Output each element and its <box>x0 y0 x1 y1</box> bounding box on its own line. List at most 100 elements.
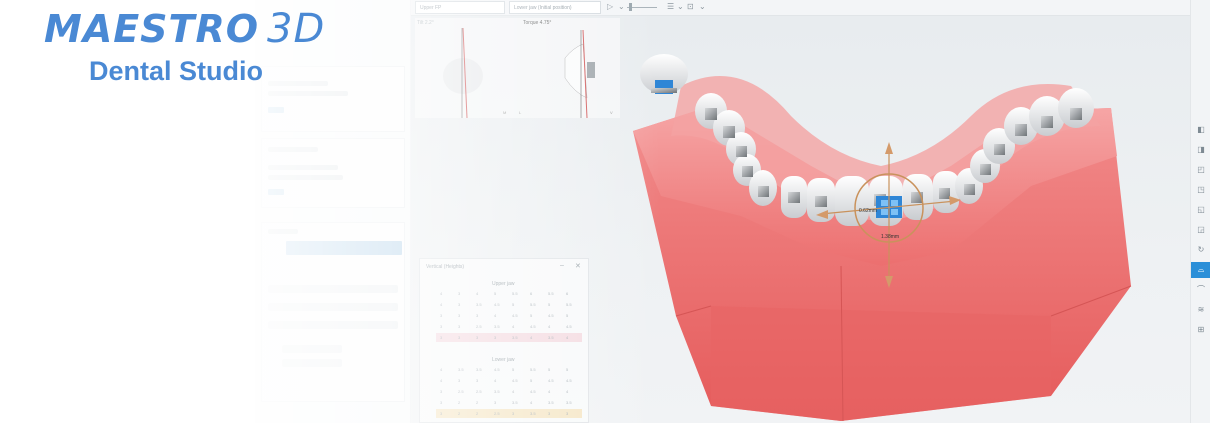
view-top-icon[interactable]: ◱ <box>1195 204 1207 216</box>
table-cell: 2 <box>458 400 461 405</box>
table-cell: 4.5 <box>566 378 572 383</box>
mark-m: M <box>503 110 507 115</box>
table-cell: 3 <box>458 313 461 318</box>
mark-v: V <box>610 110 613 115</box>
table-cell: 6 <box>530 291 533 296</box>
logo-3d: 3D <box>267 6 326 52</box>
table-cell: 3.5 <box>512 335 518 340</box>
view-back-icon[interactable]: ◨ <box>1195 144 1207 156</box>
bracket-preview <box>640 54 688 94</box>
view-left-icon[interactable]: ◰ <box>1195 164 1207 176</box>
table-cell: 3.5 <box>566 400 572 405</box>
table-cell: 4 <box>494 313 497 318</box>
lower-jaw-heading: Lower jaw <box>492 357 515 363</box>
app-window: Upper FP Lower jaw (Initial position) ▷ … <box>0 0 1210 423</box>
mark-l: L <box>519 110 522 115</box>
table-cell: 5 <box>494 291 497 296</box>
brand-logo: MAESTRO 3D Dental Studio <box>44 6 384 98</box>
table-cell: 5.5 <box>512 291 518 296</box>
table-cell: 3 <box>476 335 479 340</box>
table-cell: 4.5 <box>512 313 518 318</box>
view-sidebar: ◧ ◨ ◰ ◳ ◱ ◲ ↻ ⌓ ⌒ ≋ ⊞ <box>1190 0 1210 423</box>
table-cell: 6 <box>566 291 569 296</box>
table-cell: 4 <box>530 400 533 405</box>
grid-icon[interactable]: ⊞ <box>1195 324 1207 336</box>
table-title: Vertical (Heights) <box>426 264 465 270</box>
settings-blue-button[interactable] <box>268 107 284 113</box>
table-cell: 4 <box>548 389 551 394</box>
settings-group <box>261 138 405 208</box>
table-cell: 3.5 <box>494 324 500 329</box>
table-cell: 3.5 <box>476 367 482 372</box>
table-cell: 4 <box>440 302 443 307</box>
view-icon[interactable]: ⊡ <box>687 2 694 12</box>
table-cell: 3.5 <box>548 335 554 340</box>
table-cell: 3 <box>440 324 443 329</box>
chevron-down-icon[interactable]: ⌄ <box>618 2 625 12</box>
jaw-select[interactable]: Lower jaw (Initial position) <box>509 1 601 14</box>
measurement-horizontal: 0.62mm <box>859 208 878 214</box>
table-cell: 5 <box>566 313 569 318</box>
table-cell: 4.5 <box>566 324 572 329</box>
table-cell: 5 <box>548 302 551 307</box>
minimize-icon[interactable]: – <box>560 262 564 269</box>
table-cell: 5.5 <box>548 291 554 296</box>
table-cell: 2 <box>476 411 479 416</box>
table-cell: 4.5 <box>494 302 500 307</box>
table-cell: 2.5 <box>476 389 482 394</box>
table-cell: 3 <box>458 302 461 307</box>
table-cell: 5 <box>548 367 551 372</box>
table-cell: 3 <box>494 335 497 340</box>
table-cell: 4 <box>566 335 569 340</box>
table-cell: 5.5 <box>566 302 572 307</box>
logo-title: MAESTRO 3D <box>44 6 325 52</box>
lower-jaw-icon[interactable]: ⌒ <box>1195 284 1207 296</box>
table-cell: 2 <box>458 411 461 416</box>
rotate-icon[interactable]: ↻ <box>1195 244 1207 256</box>
table-cell: 5 <box>512 302 515 307</box>
table-cell: 3.5 <box>512 400 518 405</box>
table-cell: 4 <box>440 291 443 296</box>
table-cell: 3 <box>458 378 461 383</box>
table-cell: 5 <box>530 313 533 318</box>
table-cell: 3 <box>440 313 443 318</box>
table-cell: 3 <box>494 400 497 405</box>
table-cell: 4.5 <box>548 378 554 383</box>
table-cell: 3 <box>476 378 479 383</box>
logo-subtitle: Dental Studio <box>89 56 263 86</box>
table-cell: 4 <box>566 389 569 394</box>
table-cell: 3 <box>440 411 443 416</box>
table-cell: 3 <box>458 291 461 296</box>
close-icon[interactable]: ✕ <box>575 262 581 270</box>
table-cell: 4 <box>494 378 497 383</box>
table-cell: 3 <box>440 400 443 405</box>
table-cell: 4.5 <box>548 313 554 318</box>
view-right-icon[interactable]: ◳ <box>1195 184 1207 196</box>
play-icon[interactable]: ▷ <box>607 2 613 12</box>
structure-select[interactable]: Upper FP <box>415 1 505 14</box>
slider-handle[interactable] <box>629 3 632 11</box>
table-cell: 2.5 <box>476 324 482 329</box>
table-cell: 3.5 <box>458 367 464 372</box>
view-bottom-icon[interactable]: ◲ <box>1195 224 1207 236</box>
table-cell: 3 <box>566 411 569 416</box>
xray-view[interactable]: Tilt 2.2° Torque 4.75° M L V <box>415 18 620 118</box>
table-cell: 3 <box>458 324 461 329</box>
both-jaws-icon[interactable]: ≋ <box>1195 304 1207 316</box>
table-cell: 4 <box>548 324 551 329</box>
table-cell: 5 <box>530 378 533 383</box>
layers-icon[interactable]: ☰ <box>667 2 674 12</box>
heights-table-panel: Vertical (Heights) – ✕ Upper jaw 4 3 4 5 5.5… <box>419 258 589 423</box>
logo-brand: MAESTRO <box>44 7 260 51</box>
table-cell: 5 <box>566 367 569 372</box>
settings-blue-button[interactable] <box>268 189 284 195</box>
table-cell: 3.5 <box>494 389 500 394</box>
table-cell: 2.5 <box>458 389 464 394</box>
table-cell: 3 <box>440 389 443 394</box>
chevron-down-icon[interactable]: ⌄ <box>677 2 684 12</box>
table-cell: 2 <box>476 400 479 405</box>
table-cell: 3.5 <box>530 411 536 416</box>
chevron-down-icon[interactable]: ⌄ <box>699 2 706 12</box>
view-front-icon[interactable]: ◧ <box>1195 124 1207 136</box>
upper-jaw-icon[interactable]: ⌓ <box>1191 262 1210 278</box>
